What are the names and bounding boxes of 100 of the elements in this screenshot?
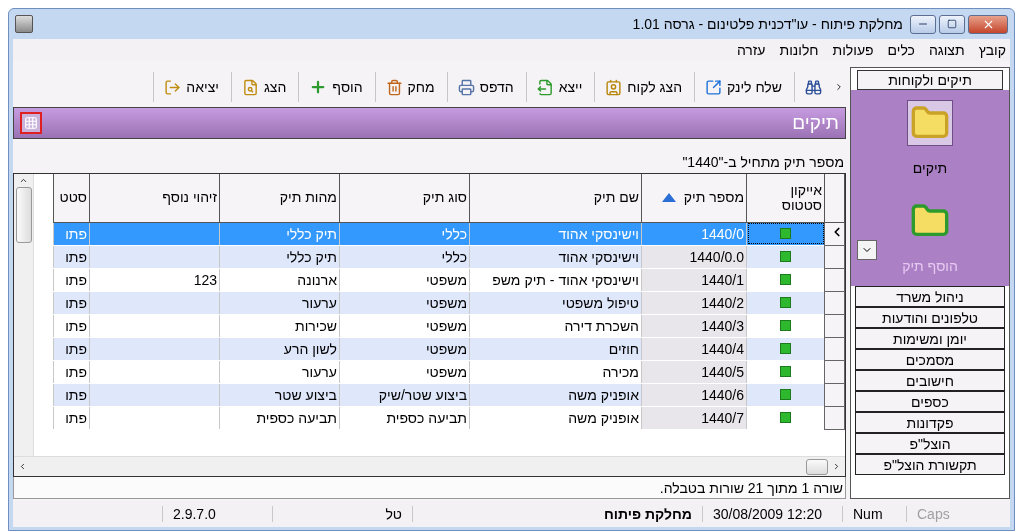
table-cell: פתו bbox=[53, 337, 90, 360]
scroll-up-icon bbox=[19, 176, 28, 185]
table-cell: שכירות bbox=[219, 314, 340, 337]
sidebar-item[interactable]: חישובים bbox=[855, 370, 1005, 391]
user-text: טל bbox=[272, 506, 412, 522]
table-cell: ערעור bbox=[219, 291, 340, 314]
menu-item[interactable]: כלים bbox=[887, 42, 915, 58]
table-cell: טיפול משפטי bbox=[469, 291, 642, 314]
scroll-thumb[interactable] bbox=[806, 458, 828, 475]
table-cell: ביצוע שטר/שיק bbox=[339, 383, 470, 406]
scroll-thumb[interactable] bbox=[15, 187, 32, 243]
row-header[interactable] bbox=[824, 291, 845, 314]
table-cell: ארנונה bbox=[219, 268, 340, 291]
row-count-text: שורה 1 מתוך 21 שורות בטבלה. bbox=[659, 479, 843, 496]
table-cell: תיק כללי bbox=[219, 245, 340, 268]
app-icon bbox=[15, 15, 33, 33]
row-header[interactable] bbox=[824, 383, 845, 406]
table-cell: תביעה כספית bbox=[219, 406, 340, 429]
row-header[interactable] bbox=[824, 406, 845, 429]
client-icon bbox=[605, 78, 623, 96]
link-icon bbox=[705, 78, 723, 96]
grid-icon bbox=[24, 116, 38, 130]
table-cell: אופניק משה bbox=[469, 383, 642, 406]
horizontal-scrollbar[interactable] bbox=[14, 456, 845, 476]
scroll-left-icon bbox=[18, 462, 27, 471]
sidebar-item[interactable]: ניהול משרד bbox=[855, 286, 1005, 307]
sidebar-item[interactable]: טלפונים והודעות bbox=[855, 307, 1005, 328]
table-cell: משפטי bbox=[339, 314, 470, 337]
table-cell: השכרת דירה bbox=[469, 314, 642, 337]
version-text: 2.9.7.0 bbox=[162, 506, 272, 522]
row-header[interactable] bbox=[824, 314, 845, 337]
row-header[interactable] bbox=[824, 245, 845, 268]
sidebar-item[interactable]: פקדונות bbox=[855, 412, 1005, 433]
menu-item[interactable]: עזרה bbox=[736, 42, 766, 58]
menu-item[interactable]: תצוגה bbox=[928, 42, 965, 58]
table-cell: חוזים bbox=[469, 337, 642, 360]
vertical-scrollbar[interactable] bbox=[14, 174, 34, 456]
column-header[interactable]: מספר תיק bbox=[641, 174, 747, 222]
table-cell: וישינסקי אהוד - תיק משפ bbox=[469, 268, 642, 291]
tile-label: הוסף תיק bbox=[902, 258, 958, 274]
toolbar-button[interactable]: שלח לינק bbox=[694, 72, 792, 102]
toolbar-button[interactable]: מחק bbox=[374, 72, 445, 102]
column-header[interactable]: זיהוי נוסף bbox=[89, 174, 220, 222]
department-text: מחלקת פיתוח bbox=[412, 506, 702, 522]
table-cell: פתו bbox=[53, 222, 90, 245]
sidebar-item[interactable]: כספים bbox=[855, 391, 1005, 412]
row-header[interactable] bbox=[824, 222, 845, 245]
column-header[interactable]: מהות תיק bbox=[219, 174, 340, 222]
menu-item[interactable]: חלונות bbox=[779, 42, 819, 58]
view-icon bbox=[241, 78, 259, 96]
row-header[interactable] bbox=[824, 360, 845, 383]
table-cell: ערעור bbox=[219, 360, 340, 383]
table-cell: 1440/3 bbox=[641, 314, 747, 337]
toolbar-button[interactable]: ייצא bbox=[525, 72, 593, 102]
table-cell: פתו bbox=[53, 383, 90, 406]
filter-text: מספר תיק מתחיל ב-"1440" bbox=[682, 154, 844, 170]
row-header[interactable] bbox=[824, 268, 845, 291]
sidebar-item[interactable]: הוצל"פ bbox=[855, 433, 1005, 454]
table-cell: פתו bbox=[53, 268, 90, 291]
close-button[interactable] bbox=[968, 14, 1008, 34]
panel-title: תיקים bbox=[792, 112, 839, 134]
window-title: מחלקת פיתוח - עו"דכנית פלטינום - גרסה 1.01 bbox=[632, 16, 903, 32]
scroll-right-icon bbox=[832, 462, 841, 471]
sidebar-item[interactable]: תקשורת הוצל"פ bbox=[855, 454, 1005, 475]
column-header[interactable]: סוג תיק bbox=[339, 174, 470, 222]
toolbar-button[interactable]: הוסף bbox=[298, 72, 373, 102]
sidebar-item[interactable]: יומן ומשימות bbox=[855, 328, 1005, 349]
toolbar-button[interactable]: הצג לקוח bbox=[594, 72, 693, 102]
table-cell: וישינסקי אהוד bbox=[469, 222, 642, 245]
table-cell: פתו bbox=[53, 291, 90, 314]
folder-tile-button[interactable] bbox=[907, 100, 953, 146]
menu-item[interactable]: קובץ bbox=[978, 42, 1006, 58]
toolbar-button[interactable]: יציאה bbox=[153, 72, 229, 102]
toolbar-button[interactable]: הדפס bbox=[446, 72, 524, 102]
table-cell: 1440/2 bbox=[641, 291, 747, 314]
maximize-button[interactable] bbox=[939, 14, 965, 34]
table-cell: מכירה bbox=[469, 360, 642, 383]
menu-item[interactable]: פעולות bbox=[832, 42, 874, 58]
table-cell: משפטי bbox=[339, 268, 470, 291]
column-header[interactable]: שם תיק bbox=[469, 174, 642, 222]
column-header[interactable]: אייקון סטטוס bbox=[746, 174, 825, 222]
toolbar-button[interactable]: הצג bbox=[230, 72, 297, 102]
sidebar-item[interactable]: מסמכים bbox=[855, 349, 1005, 370]
dropdown-button[interactable] bbox=[857, 240, 877, 260]
column-header[interactable]: סטט bbox=[53, 174, 90, 222]
exit-icon bbox=[164, 78, 182, 96]
table-cell: אופניק משה bbox=[469, 406, 642, 429]
maximize-icon bbox=[947, 19, 957, 29]
table-cell: משפטי bbox=[339, 337, 470, 360]
table-cell: 1440/0 bbox=[641, 222, 747, 245]
tile-label: תיקים bbox=[912, 160, 948, 176]
grid-view-button[interactable] bbox=[20, 112, 42, 134]
table-cell: 1440/5 bbox=[641, 360, 747, 383]
minimize-button[interactable] bbox=[910, 14, 936, 34]
delete-icon bbox=[385, 78, 403, 96]
table-cell: לשון הרע bbox=[219, 337, 340, 360]
table-cell: פתו bbox=[53, 406, 90, 429]
row-header[interactable] bbox=[824, 337, 845, 360]
table-cell: כללי bbox=[339, 245, 470, 268]
sidebar-header-button[interactable]: תיקים ולקוחות bbox=[857, 70, 1003, 90]
